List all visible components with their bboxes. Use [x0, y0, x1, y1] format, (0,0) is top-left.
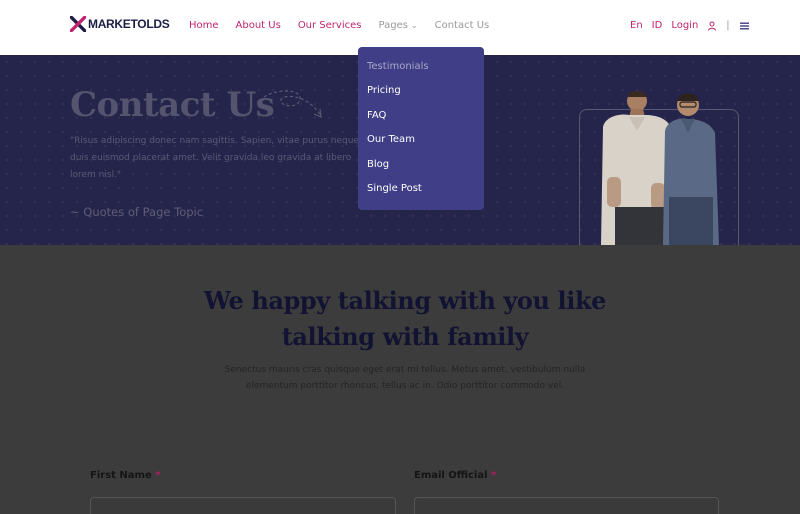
nav-about-us[interactable]: About Us — [236, 20, 281, 31]
logo[interactable]: MARKETOLDS — [70, 16, 170, 32]
dropdown-item-testimonials[interactable]: Testimonials — [367, 61, 484, 85]
user-icon[interactable] — [707, 21, 717, 31]
chevron-down-icon: ⌄ — [410, 21, 418, 30]
lang-id[interactable]: ID — [652, 20, 663, 31]
section-heading-line-2: talking with family — [281, 322, 529, 351]
hamburger-menu-icon[interactable] — [739, 22, 749, 30]
hero-quote: "Risus adipiscing donec nam sagittis. Sa… — [70, 136, 359, 180]
team-photo — [585, 87, 745, 245]
email-field[interactable] — [414, 497, 719, 514]
header-tools: En ID Login | — [630, 20, 758, 31]
dropdown-item-pricing[interactable]: Pricing — [367, 85, 484, 109]
dashed-arrow-icon — [262, 87, 326, 125]
section-subtitle: Senectus mauris cras quisque eget erat m… — [224, 365, 586, 391]
section-heading-line-1: We happy talking with you like — [203, 286, 607, 315]
logo-x-icon — [70, 16, 86, 32]
nav-our-services[interactable]: Our Services — [298, 20, 362, 31]
separator: | — [726, 20, 730, 31]
page-title: Contact Us — [70, 85, 275, 125]
first-name-field[interactable] — [90, 497, 396, 514]
email-label: Email Official * — [414, 470, 496, 481]
nav-pages-label: Pages — [378, 20, 408, 31]
lang-en[interactable]: En — [630, 20, 643, 31]
login-link[interactable]: Login — [671, 20, 698, 31]
dropdown-item-blog[interactable]: Blog — [367, 159, 484, 183]
pages-dropdown-menu: Testimonials Pricing FAQ Our Team Blog S… — [358, 47, 484, 210]
required-mark: * — [155, 470, 161, 481]
nav-home[interactable]: Home — [189, 20, 219, 31]
hero-quote-citation: ~ Quotes of Page Topic — [70, 205, 204, 219]
main-nav: Home About Us Our Services Pages ⌄ Contac… — [189, 20, 506, 31]
dropdown-item-our-team[interactable]: Our Team — [367, 134, 484, 158]
dropdown-item-single-post[interactable]: Single Post — [367, 183, 484, 207]
email-label-text: Email Official — [414, 470, 488, 481]
logo-text: MARKETOLDS — [88, 17, 170, 31]
nav-contact-us[interactable]: Contact Us — [435, 20, 490, 31]
first-name-label-text: First Name — [90, 470, 152, 481]
required-mark: * — [491, 470, 497, 481]
dropdown-item-faq[interactable]: FAQ — [367, 110, 484, 134]
first-name-label: First Name * — [90, 470, 160, 481]
nav-pages[interactable]: Pages ⌄ — [378, 20, 417, 31]
section-heading: We happy talking with you like talking w… — [0, 283, 800, 355]
